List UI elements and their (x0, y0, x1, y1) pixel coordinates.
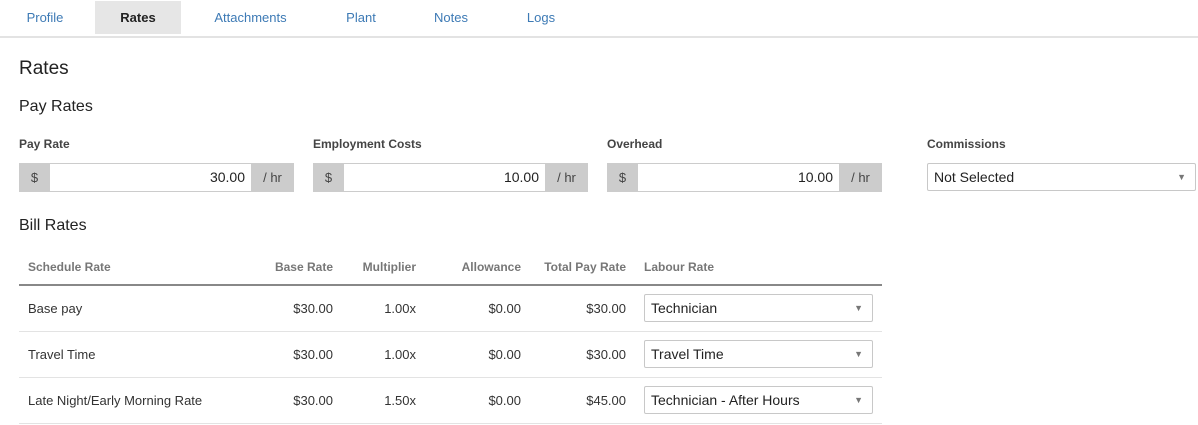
unit-addon: / hr (251, 163, 294, 192)
overhead-label: Overhead (607, 137, 663, 151)
pay-rates-heading: Pay Rates (19, 98, 93, 115)
unit-addon: / hr (545, 163, 588, 192)
base-rate-cell: $30.00 (293, 393, 333, 408)
labour-rate-value: Travel Time (651, 346, 724, 362)
commissions-label: Commissions (927, 137, 1006, 151)
labour-rate-select[interactable]: Technician ▼ (644, 294, 873, 322)
multiplier-cell: 1.00x (384, 347, 416, 362)
overhead-input-group: $ 10.00 / hr (607, 163, 882, 192)
pay-rate-input[interactable]: 30.00 (50, 163, 251, 192)
bill-rates-table: Schedule Rate Base Rate Multiplier Allow… (19, 246, 882, 424)
allowance-cell: $0.00 (488, 347, 521, 362)
schedule-rate-cell: Base pay (28, 301, 83, 316)
table-row: Base pay $30.00 1.00x $0.00 $30.00 Techn… (19, 286, 882, 332)
labour-rate-value: Technician - After Hours (651, 392, 800, 408)
labour-rate-select[interactable]: Travel Time ▼ (644, 340, 873, 368)
commissions-select[interactable]: Not Selected ▼ (927, 163, 1196, 191)
caret-down-icon: ▼ (854, 349, 863, 359)
overhead-input[interactable]: 10.00 (638, 163, 839, 192)
unit-addon: / hr (839, 163, 882, 192)
caret-down-icon: ▼ (854, 395, 863, 405)
base-rate-cell: $30.00 (293, 347, 333, 362)
col-schedule-rate: Schedule Rate (28, 260, 111, 274)
col-allowance: Allowance (461, 260, 521, 274)
total-pay-rate-cell: $30.00 (586, 347, 626, 362)
allowance-cell: $0.00 (488, 393, 521, 408)
tab-plant[interactable]: Plant (330, 1, 392, 34)
col-multiplier: Multiplier (362, 260, 416, 274)
multiplier-cell: 1.50x (384, 393, 416, 408)
bill-rates-heading: Bill Rates (19, 217, 87, 234)
col-total-pay-rate: Total Pay Rate (544, 260, 626, 274)
pay-rate-label: Pay Rate (19, 137, 70, 151)
caret-down-icon: ▼ (1177, 172, 1186, 182)
pay-rate-input-group: $ 30.00 / hr (19, 163, 294, 192)
labour-rate-select[interactable]: Technician - After Hours ▼ (644, 386, 873, 414)
table-row: Late Night/Early Morning Rate $30.00 1.5… (19, 378, 882, 424)
table-row: Travel Time $30.00 1.00x $0.00 $30.00 Tr… (19, 332, 882, 378)
employment-costs-input[interactable]: 10.00 (344, 163, 545, 192)
currency-addon: $ (19, 163, 50, 192)
labour-rate-value: Technician (651, 300, 718, 316)
multiplier-cell: 1.00x (384, 301, 416, 316)
table-header: Schedule Rate Base Rate Multiplier Allow… (19, 246, 882, 286)
caret-down-icon: ▼ (854, 303, 863, 313)
currency-addon: $ (313, 163, 344, 192)
col-base-rate: Base Rate (274, 260, 333, 274)
base-rate-cell: $30.00 (293, 301, 333, 316)
total-pay-rate-cell: $45.00 (586, 393, 626, 408)
tab-attachments[interactable]: Attachments (200, 1, 301, 34)
employment-costs-input-group: $ 10.00 / hr (313, 163, 588, 192)
tab-rates[interactable]: Rates (95, 1, 181, 34)
page-title: Rates (19, 58, 69, 79)
tab-logs[interactable]: Logs (512, 1, 570, 34)
col-labour-rate: Labour Rate (644, 260, 715, 274)
currency-addon: $ (607, 163, 638, 192)
employment-costs-label: Employment Costs (313, 137, 422, 151)
allowance-cell: $0.00 (488, 301, 521, 316)
tab-notes[interactable]: Notes (420, 1, 482, 34)
schedule-rate-cell: Late Night/Early Morning Rate (28, 393, 203, 408)
total-pay-rate-cell: $30.00 (586, 301, 626, 316)
commissions-value: Not Selected (934, 169, 1015, 185)
schedule-rate-cell: Travel Time (28, 347, 96, 362)
tab-profile[interactable]: Profile (0, 1, 90, 34)
tab-bar: Profile Rates Attachments Plant Notes Lo… (0, 0, 1198, 38)
